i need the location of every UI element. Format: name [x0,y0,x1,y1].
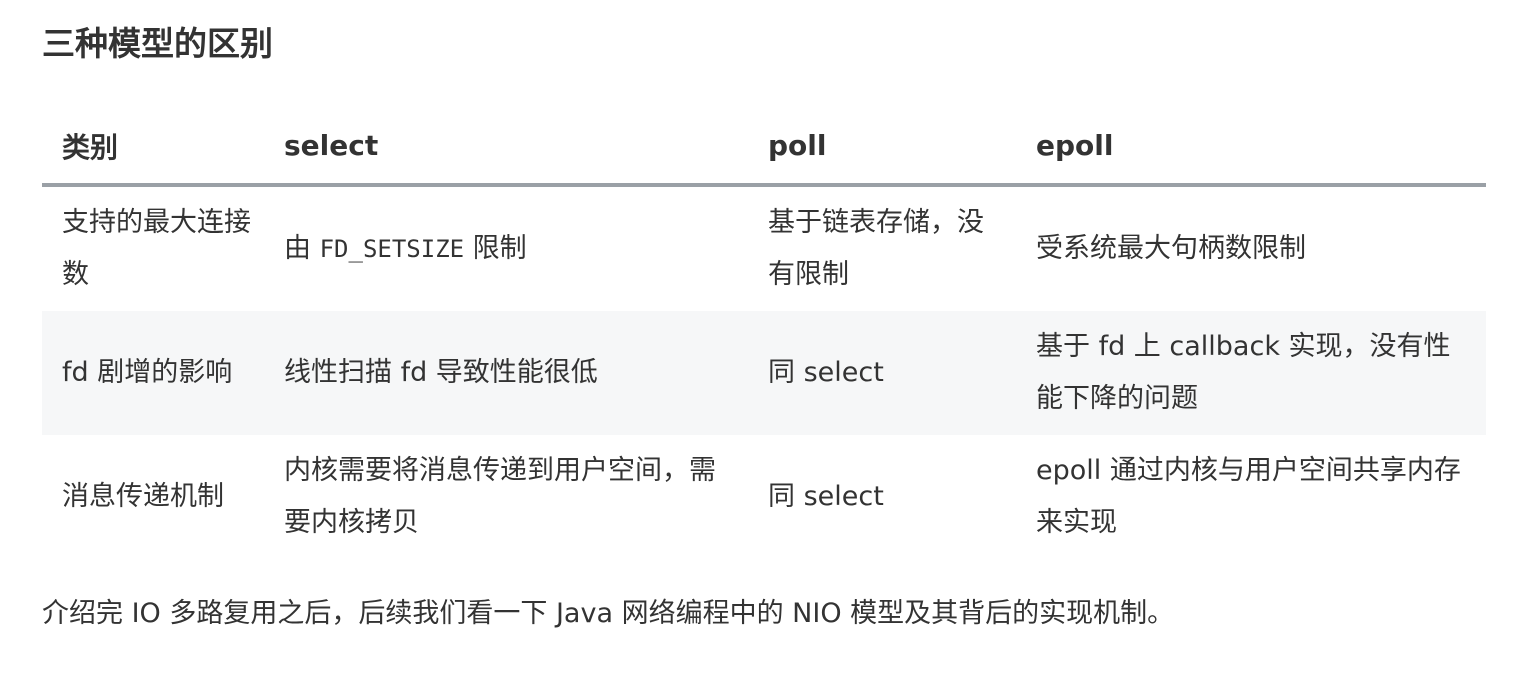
cell-category: fd 剧增的影响 [42,311,264,435]
table-row: fd 剧增的影响 线性扫描 fd 导致性能很低 同 select 基于 fd 上… [42,311,1486,435]
cell-epoll: 基于 fd 上 callback 实现，没有性能下降的问题 [1016,311,1486,435]
header-select: select [264,108,748,187]
cell-poll: 同 select [748,311,1016,435]
cell-poll: 基于链表存储，没有限制 [768,207,984,290]
header-category: 类别 [42,108,264,187]
table-body: 支持的最大连接数 由 FD_SETSIZE 限制 基于链表存储，没有限制 受系统… [42,185,1486,559]
cell-select: 内核需要将消息传递到用户空间，需要内核拷贝 [284,455,716,538]
paragraph-text: 介绍完 IO 多路复用之后，后续我们看一下 Java 网络编程中的 NIO 模型… [42,598,1175,629]
table-header: 类别 select poll epoll [42,108,1486,187]
section-title: 三种模型的区别 [42,24,273,63]
table-header-row: 类别 select poll epoll [42,108,1486,187]
cell-text: 由 [284,233,320,264]
header-poll: poll [748,108,1016,187]
cell-poll: 同 select [768,481,884,512]
cell-category: 支持的最大连接数 [62,207,251,290]
table-row: 支持的最大连接数 由 FD_SETSIZE 限制 基于链表存储，没有限制 受系统… [42,185,1486,311]
table-row: 消息传递机制 内核需要将消息传递到用户空间，需要内核拷贝 同 select ep… [42,435,1486,559]
comparison-table: 类别 select poll epoll 支持的最大连接数 由 FD_SETSI… [42,108,1486,559]
cell-select: 线性扫描 fd 导致性能很低 [264,311,748,435]
cell-epoll: epoll 通过内核与用户空间共享内存来实现 [1036,455,1461,538]
cell-category: 消息传递机制 [62,481,224,512]
cell-epoll: 受系统最大句柄数限制 [1036,233,1306,264]
header-epoll: epoll [1016,108,1486,187]
cell-select: 由 FD_SETSIZE 限制 [264,185,748,311]
inline-code: FD_SETSIZE [319,235,465,263]
cell-text: 限制 [464,233,527,264]
